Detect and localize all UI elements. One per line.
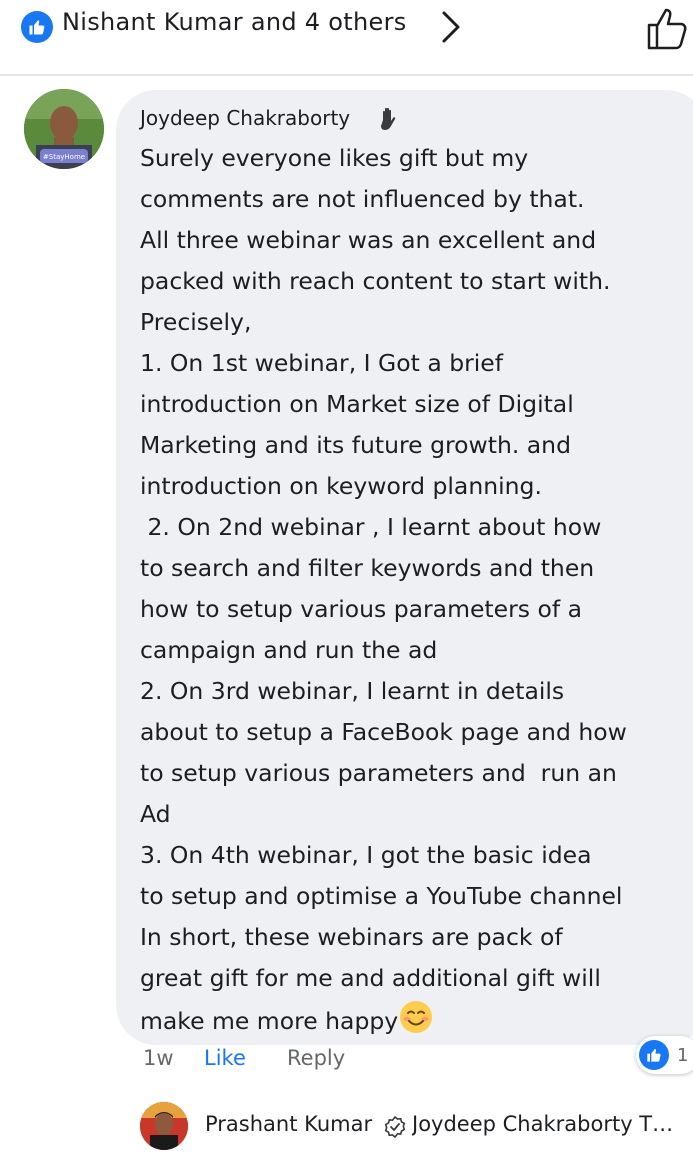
comment-text: Surely everyone likes gift but my commen… <box>140 138 693 1042</box>
thumbs-up-outline-icon[interactable] <box>646 6 688 50</box>
reply-avatar[interactable] <box>140 1102 188 1150</box>
verified-badge-icon <box>384 1116 406 1138</box>
reactions-summary-bar[interactable]: Nishant Kumar and 4 others <box>0 0 693 76</box>
comment-line: make me more happy <box>140 1007 399 1035</box>
chevron-right-icon[interactable] <box>440 10 462 44</box>
comment-line: about to setup a FaceBook page and how <box>140 718 627 746</box>
comment-author-name[interactable]: Joydeep Chakraborty <box>140 106 350 130</box>
reply-button[interactable]: Reply <box>287 1046 345 1070</box>
comment-line: Marketing and its future growth. and <box>140 431 571 459</box>
comment-line: Surely everyone likes gift but my <box>140 144 529 172</box>
comment-line: introduction on keyword planning. <box>140 472 542 500</box>
like-button[interactable]: Like <box>204 1046 246 1070</box>
reaction-count: 1 <box>677 1044 689 1066</box>
comment-line: In short, these webinars are pack of <box>140 923 563 951</box>
comment-line: introduction on Market size of Digital <box>140 390 574 418</box>
reactors-summary-text[interactable]: Nishant Kumar and 4 others <box>62 8 407 36</box>
comment-line: 2. On 2nd webinar , I learnt about how <box>140 513 602 541</box>
avatar[interactable]: #StayHome <box>24 89 104 169</box>
comment-line: great gift for me and additional gift wi… <box>140 964 601 992</box>
reaction-count-badge[interactable]: 1 <box>636 1036 693 1074</box>
comment-timestamp: 1w <box>143 1046 174 1070</box>
reply-author-name[interactable]: Prashant Kumar <box>205 1112 372 1136</box>
comment-line: how to setup various parameters of a <box>140 595 583 623</box>
avatar-badge-text: #StayHome <box>43 153 85 161</box>
comment-line: packed with reach content to start with. <box>140 267 611 295</box>
wave-hand-icon <box>381 107 396 130</box>
comment-line: Ad <box>140 800 171 828</box>
like-icon <box>21 11 53 43</box>
comment-line: campaign and run the ad <box>140 636 438 664</box>
smiling-face-emoji <box>400 1001 433 1033</box>
comment-line: Precisely, <box>140 308 252 336</box>
comment-line: 3. On 4th webinar, I got the basic idea <box>140 841 592 869</box>
like-icon <box>639 1040 669 1070</box>
comment-line: to search and filter keywords and then <box>140 554 595 582</box>
comment-line: 1. On 1st webinar, I Got a brief <box>140 349 504 377</box>
comment-line: 2. On 3rd webinar, I learnt in details <box>140 677 565 705</box>
reply-preview-text[interactable]: Joydeep Chakraborty Th… <box>412 1112 684 1136</box>
comment-line: comments are not influenced by that. <box>140 185 585 213</box>
comment-line: All three webinar was an excellent and <box>140 226 597 254</box>
comment-line: to setup various parameters and run an <box>140 759 617 787</box>
comment-line: to setup and optimise a YouTube channel <box>140 882 623 910</box>
